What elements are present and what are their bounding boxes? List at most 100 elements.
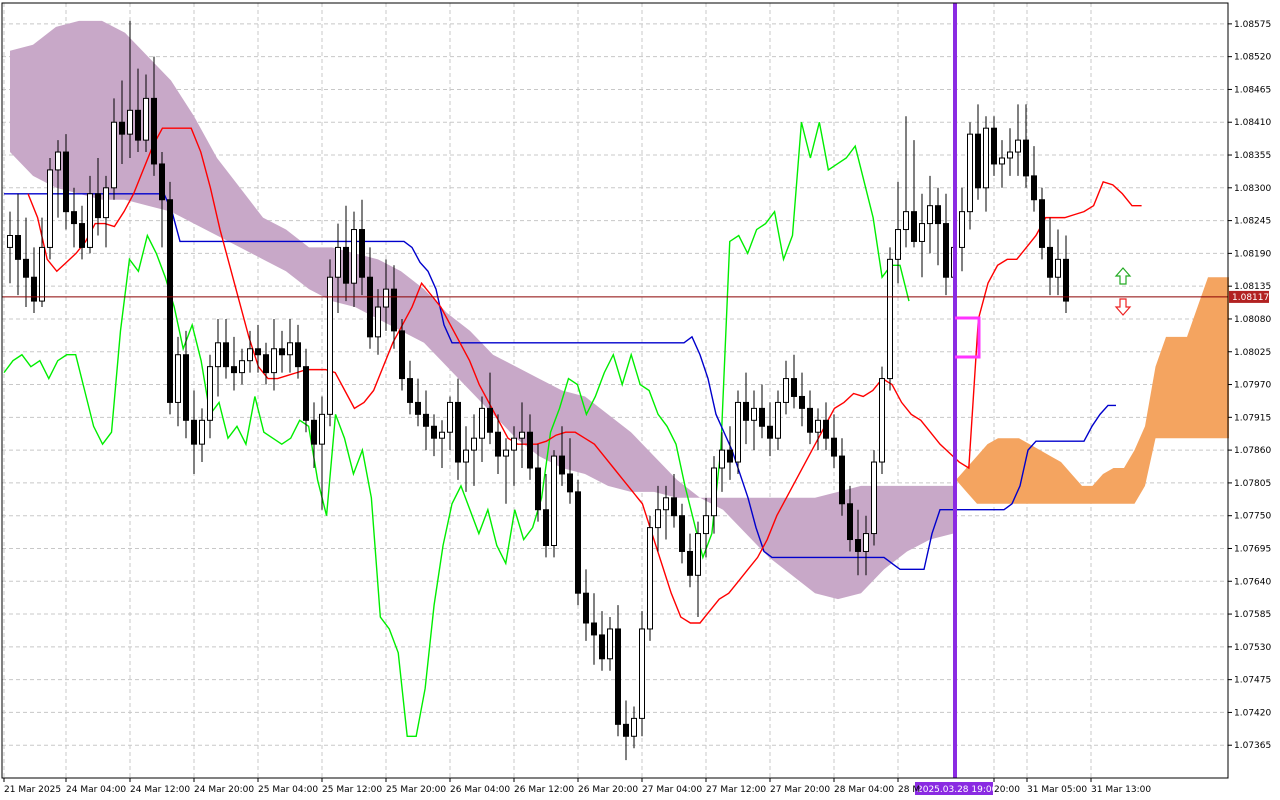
candle-body — [87, 193, 93, 248]
candle-body — [47, 169, 53, 248]
current-price-label: 1.08117 — [1232, 293, 1269, 303]
y-tick-label: 1.07695 — [1234, 544, 1271, 554]
price-chart[interactable]: 1.08117 2025.03.28 19:00 1.08575 1.08520 1.… — [0, 0, 1280, 800]
candle-body — [135, 109, 141, 141]
y-tick-label: 1.07420 — [1234, 708, 1271, 718]
candle-body — [383, 288, 389, 308]
candle-body — [583, 592, 589, 624]
candle-body — [431, 425, 437, 439]
candle-body — [119, 121, 125, 135]
candle-body — [55, 151, 61, 171]
candle-body — [367, 276, 373, 338]
candle-body — [575, 491, 581, 594]
candle-body — [319, 413, 325, 445]
candle-body — [863, 533, 869, 552]
candle-body — [375, 306, 381, 338]
candle-body — [511, 437, 517, 451]
x-tick-label: 24 Mar 12:00 — [130, 785, 190, 795]
candle-body — [663, 497, 669, 511]
candle-body — [175, 354, 181, 403]
candle-body — [447, 401, 453, 433]
candle-body — [991, 127, 997, 165]
candle-body — [639, 628, 645, 719]
x-tick-label: 26 Mar 04:00 — [450, 785, 510, 795]
candle-body — [823, 419, 829, 439]
y-tick-label: 1.08025 — [1234, 348, 1271, 358]
x-tick-label: 21 Mar 2025 — [4, 785, 61, 795]
candle-body — [887, 258, 893, 380]
candle-body — [15, 235, 21, 260]
candle-body — [63, 151, 69, 213]
x-tick-label: 26 Mar 20:00 — [578, 785, 638, 795]
y-tick-label: 1.08190 — [1234, 249, 1271, 259]
candle-body — [103, 187, 109, 219]
y-tick-label: 1.07860 — [1234, 446, 1271, 456]
candle-body — [711, 467, 717, 517]
y-tick-label: 1.08410 — [1234, 118, 1271, 128]
candle-body — [783, 378, 789, 403]
candle-body — [495, 431, 501, 457]
candle-body — [247, 348, 253, 362]
candle-body — [71, 211, 77, 225]
candle-body — [935, 205, 941, 225]
candle-body — [551, 455, 557, 547]
candle-body — [159, 163, 165, 201]
candle-body — [503, 449, 509, 457]
y-tick-label: 1.08300 — [1234, 184, 1271, 194]
candle-body — [735, 401, 741, 463]
candle-body — [271, 348, 277, 374]
candle-body — [207, 366, 213, 421]
candle-body — [263, 354, 269, 374]
candle-body — [31, 276, 37, 302]
candle-body — [463, 449, 469, 463]
candle-body — [231, 366, 237, 374]
y-tick-label: 1.08355 — [1234, 151, 1271, 161]
y-tick-label: 1.08080 — [1234, 315, 1271, 325]
x-tick-label: 24 Mar 20:00 — [194, 785, 254, 795]
candle-body — [127, 109, 133, 135]
candle-body — [487, 407, 493, 433]
candle-body — [111, 121, 117, 189]
candle-body — [335, 246, 341, 278]
candle-body — [655, 509, 661, 529]
candle-body — [647, 527, 653, 630]
candle-body — [1007, 151, 1013, 159]
candle-body — [287, 342, 293, 356]
candle-body — [535, 467, 541, 511]
candle-body — [975, 133, 981, 189]
candle-body — [703, 515, 709, 535]
x-tick-label: 25 Mar 12:00 — [322, 785, 382, 795]
x-tick-label: 27 Mar 04:00 — [642, 785, 702, 795]
y-tick-label: 1.07750 — [1234, 512, 1271, 522]
y-tick-label: 1.07915 — [1234, 413, 1271, 423]
x-tick-label: 28 Mar 04:00 — [834, 785, 894, 795]
candle-body — [255, 348, 261, 356]
candle-body — [1063, 258, 1069, 302]
candle-body — [879, 378, 885, 463]
y-tick-label: 1.07805 — [1234, 479, 1271, 489]
candle-body — [559, 455, 565, 475]
candle-body — [727, 449, 733, 463]
candle-body — [23, 258, 29, 278]
candle-body — [767, 425, 773, 439]
candle-body — [7, 235, 13, 248]
candle-body — [423, 413, 429, 427]
candle-body — [351, 229, 357, 284]
x-tick-label: 27 Mar 12:00 — [706, 785, 766, 795]
candle-body — [239, 360, 245, 374]
y-tick-label: 1.07640 — [1234, 577, 1271, 587]
candle-body — [327, 276, 333, 415]
candle-body — [687, 550, 693, 576]
candle-body — [359, 229, 365, 278]
candle-body — [455, 401, 461, 463]
candle-body — [671, 497, 677, 517]
y-tick-label: 1.07475 — [1234, 676, 1271, 686]
candle-body — [1039, 199, 1045, 248]
candle-body — [519, 431, 525, 439]
candle-body — [631, 717, 637, 737]
candle-body — [415, 401, 421, 415]
candle-body — [391, 288, 397, 332]
y-tick-label: 1.08575 — [1234, 20, 1271, 30]
candle-body — [527, 431, 533, 469]
candle-body — [607, 628, 613, 660]
